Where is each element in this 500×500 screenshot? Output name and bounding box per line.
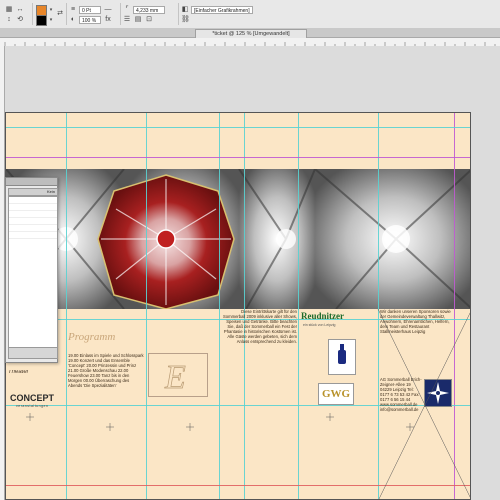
list-item[interactable] [9, 211, 57, 218]
object-style-icon: ◧ [181, 6, 189, 13]
list-item[interactable] [9, 197, 57, 204]
list-item[interactable] [9, 204, 57, 211]
list-item[interactable] [9, 232, 57, 239]
chain-icon[interactable]: ⛓ [181, 16, 190, 24]
document-page[interactable]: Programm E CONCEPT veranstaltungen Theat… [5, 112, 471, 500]
panel-footer [8, 347, 58, 359]
stroke-swatch[interactable] [36, 15, 47, 26]
reference-point-icon[interactable]: ▦ [5, 6, 13, 14]
color-group: ▾ ▾ ⇄ [34, 3, 67, 26]
panel-list[interactable] [8, 196, 58, 348]
stroke-group: ≡ 0 Pt — ◐ 100 % fx [68, 3, 121, 25]
reference-point-group: ▦ ↔ ↕ ⟲ [2, 3, 33, 25]
fit-frame-icon[interactable]: ⊡ [145, 16, 153, 24]
document-tab[interactable]: *ticket @ 125 % [Umgewandelt] [195, 29, 307, 38]
document-tab-bar: *ticket @ 125 % [Umgewandelt] [0, 28, 500, 38]
tint-icon: ◐ [70, 16, 76, 23]
swap-colors-icon[interactable]: ⇄ [56, 10, 64, 18]
object-style-group: ◧ [Einfacher Grafikrahmen] ⛓ [180, 3, 260, 25]
text-wrap-icon[interactable]: ▤ [134, 16, 142, 24]
pasteboard[interactable]: Programm E CONCEPT veranstaltungen Theat… [5, 46, 500, 500]
stroke-weight-field[interactable]: 0 Pt [79, 6, 101, 14]
rotate-icon[interactable]: ⟲ [16, 16, 24, 24]
panel-toolbar: Kein [8, 188, 58, 196]
list-item[interactable] [9, 218, 57, 225]
transform-x-icon[interactable]: ↔ [16, 6, 24, 14]
object-style-select[interactable]: [Einfacher Grafikrahmen] [191, 6, 253, 14]
control-bar: ▦ ↔ ↕ ⟲ ▾ ▾ ⇄ ≡ 0 Pt — ◐ 100 % fx ⌜ 4,23… [0, 0, 500, 29]
chevron-down-icon[interactable]: ▾ [47, 6, 55, 14]
align-icon[interactable]: ☰ [123, 16, 131, 24]
size-group: ⌜ 4,233 mm ☰ ▤ ⊡ [122, 3, 179, 25]
layers-panel[interactable]: Kein [5, 177, 58, 363]
chevron-down-icon[interactable]: ▾ [47, 16, 55, 24]
effects-icon[interactable]: fx [104, 16, 112, 24]
stroke-weight-icon: ≡ [70, 6, 76, 13]
transform-y-icon[interactable]: ↕ [5, 16, 13, 24]
corner-shape-icon[interactable]: ⌜ [123, 6, 131, 14]
stroke-style-icon[interactable]: — [104, 6, 112, 14]
ruler-ticks [4, 42, 496, 46]
size-field[interactable]: 4,233 mm [133, 6, 165, 14]
tint-field[interactable]: 100 % [79, 16, 101, 24]
panel-dropdown-label[interactable]: Kein [47, 189, 55, 195]
list-item[interactable] [9, 225, 57, 232]
panel-header[interactable] [6, 178, 57, 186]
crop-marks [26, 308, 470, 499]
